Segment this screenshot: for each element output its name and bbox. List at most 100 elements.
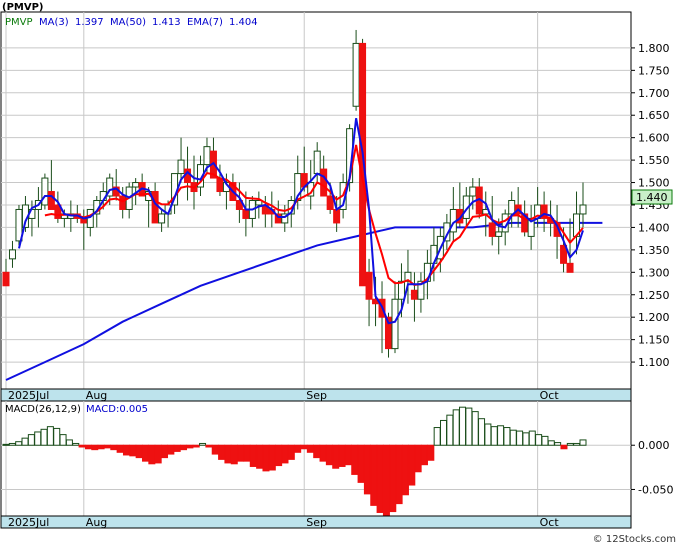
macd-date-label: Sep	[306, 516, 327, 529]
macd-bar-negative	[395, 444, 403, 505]
macd-bar-negative	[313, 444, 321, 459]
price-tick-label: 1.100	[638, 356, 670, 369]
macd-bar-negative	[78, 444, 86, 448]
macd-bar-negative	[218, 444, 226, 460]
macd-bar-negative	[211, 444, 219, 455]
macd-bar-negative	[294, 444, 302, 453]
macd-bar-negative	[129, 444, 137, 457]
macd-bar-negative	[192, 444, 200, 448]
macd-bar-negative	[357, 444, 365, 483]
macd-bar-negative	[186, 444, 194, 449]
candle-body-down	[333, 208, 341, 224]
macd-bar-positive	[53, 427, 61, 446]
chart-stage: 1.800 1.750 1.700 1.650 1.600 1.550 1.500 1.450…	[0, 0, 680, 546]
price-date-label: Aug	[86, 389, 107, 402]
candle-body-up	[495, 231, 503, 237]
candle-body-down	[119, 195, 127, 210]
candle-body-up	[508, 200, 516, 215]
macd-panel-frame	[0, 400, 632, 517]
legend-ema7-value: 1.404	[229, 17, 258, 28]
macd-bar-negative	[287, 444, 295, 460]
macd-bar-negative	[249, 444, 257, 467]
candle-body-down	[320, 168, 328, 197]
macd-bar-positive	[522, 432, 530, 446]
candle-body-up	[352, 42, 360, 107]
macd-bar-negative	[389, 444, 397, 513]
candle-body-up	[132, 182, 140, 188]
macd-bar-negative	[414, 444, 422, 473]
macd-bar-positive	[59, 434, 67, 446]
macd-bar-negative	[116, 444, 124, 453]
candle-body-up	[158, 213, 166, 224]
candle-body-down	[365, 271, 373, 300]
macd-bar-positive	[27, 434, 35, 446]
macd-bar-negative	[173, 444, 181, 452]
legend-symbol: PMVP	[5, 17, 33, 28]
macd-bar-positive	[34, 431, 42, 446]
price-tick-label: 1.600	[638, 132, 670, 145]
price-tick-label: 1.300	[638, 266, 670, 279]
macd-bar-positive	[72, 442, 80, 446]
macd-bar-negative	[84, 444, 92, 450]
macd-bar-negative	[268, 444, 276, 471]
candle-body-down	[2, 271, 10, 287]
candle-body-up	[469, 186, 477, 197]
macd-bar-negative	[141, 444, 149, 462]
price-tick-label: 1.500	[638, 177, 670, 190]
macd-bar-negative	[319, 444, 327, 462]
macd-bar-negative	[243, 444, 251, 462]
macd-bar-negative	[382, 444, 390, 517]
macd-bar-negative	[338, 444, 346, 467]
price-tick-label: 1.400	[638, 221, 670, 234]
macd-tick-label: 0.000	[638, 439, 670, 452]
candle-body-down	[566, 262, 574, 273]
macd-bar-negative	[256, 444, 264, 469]
macd-bar-negative	[148, 444, 156, 465]
legend-ma3-value: 1.397	[75, 17, 104, 28]
macd-bar-positive	[452, 409, 460, 446]
candle-body-down	[242, 208, 250, 219]
macd-bar-negative	[180, 444, 188, 451]
candle-body-up	[8, 249, 16, 260]
candle-body-up	[177, 159, 185, 175]
macd-bar-negative	[110, 444, 118, 451]
macd-bar-negative	[91, 444, 99, 451]
candle-body-up	[397, 280, 405, 300]
macd-value-label: MACD:0.005	[86, 404, 148, 415]
macd-bar-positive	[446, 414, 454, 446]
macd-bar-positive	[465, 407, 473, 446]
macd-date-label: 2025Jul	[8, 516, 49, 529]
candle-body-up	[41, 177, 49, 206]
price-legend: PMVP MA(3) 1.397 MA(50) 1.413 EMA(7) 1.4…	[5, 17, 258, 28]
macd-bar-negative	[103, 444, 111, 449]
macd-bar-positive	[471, 411, 479, 446]
macd-tick-label: -0.050	[638, 483, 673, 496]
macd-bar-negative	[237, 444, 245, 462]
macd-bar-negative	[363, 444, 371, 495]
macd-bar-positive	[516, 430, 524, 446]
macd-bar-positive	[484, 423, 492, 446]
macd-bar-negative	[401, 444, 409, 496]
macd-bar-negative	[370, 444, 378, 506]
macd-bar-positive	[566, 442, 574, 446]
macd-bar-negative	[122, 444, 130, 456]
price-tick-label: 1.750	[638, 64, 670, 77]
macd-bar-positive	[528, 430, 536, 446]
macd-bar-positive	[490, 426, 498, 446]
macd-bar-positive	[579, 439, 587, 446]
candle-body-down	[47, 191, 55, 210]
macd-bar-positive	[535, 434, 543, 446]
macd-bar-negative	[300, 444, 308, 450]
stock-chart: 1.8001.7501.7001.6501.6001.5501.5001.450…	[0, 0, 680, 546]
price-tick-label: 1.150	[638, 334, 670, 347]
macd-bar-negative	[420, 444, 428, 466]
macd-bar-negative	[427, 444, 435, 461]
macd-bar-negative	[154, 444, 162, 464]
candle-body-down	[216, 177, 224, 193]
macd-bar-negative	[325, 444, 333, 466]
macd-bar-positive	[478, 418, 486, 446]
macd-bar-positive	[509, 429, 517, 446]
macd-bar-positive	[497, 425, 505, 446]
macd-bar-negative	[306, 444, 314, 453]
macd-bar-negative	[135, 444, 143, 459]
